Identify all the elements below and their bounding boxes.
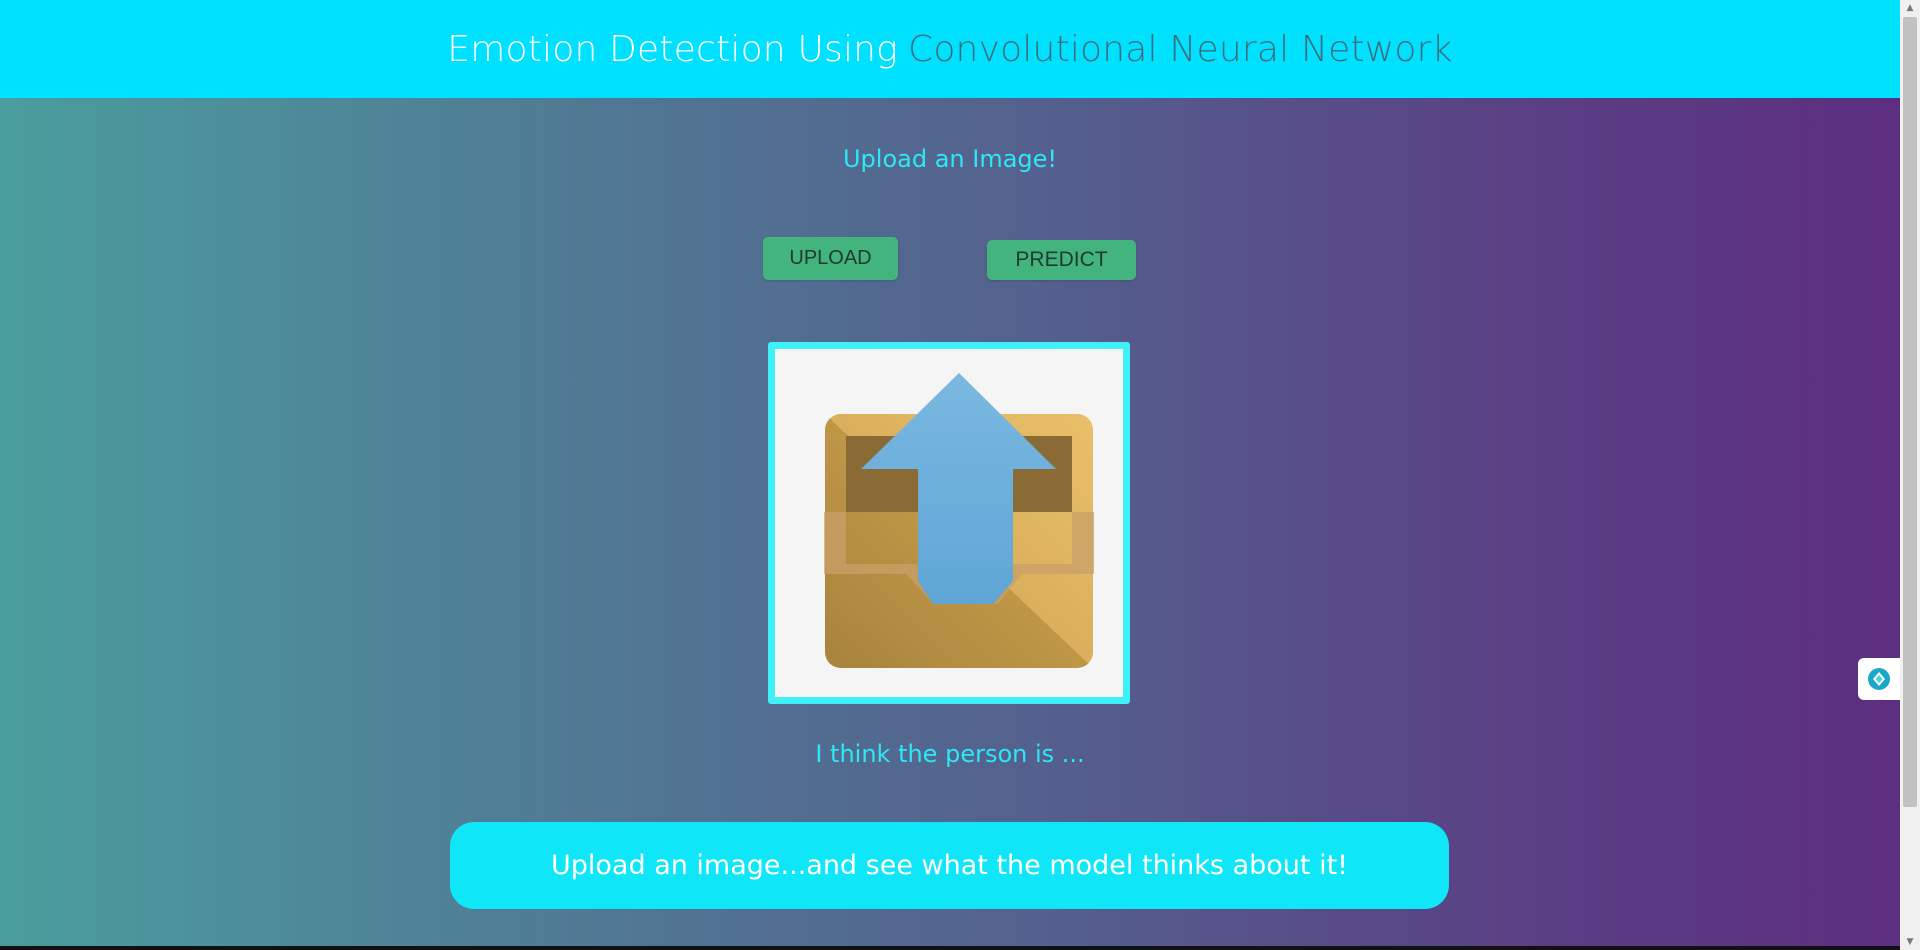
scroll-up-icon[interactable]: ▲: [1900, 0, 1920, 16]
bottom-divider: [0, 946, 1900, 950]
vertical-scrollbar[interactable]: ▲ ▼: [1900, 0, 1920, 950]
upload-tray-icon: [824, 373, 1094, 668]
header-title-part1: Emotion Detection Using: [447, 28, 898, 70]
upload-heading: Upload an Image!: [842, 145, 1058, 173]
scrollbar-thumb[interactable]: [1903, 17, 1917, 807]
prediction-result-text: I think the person is ...: [815, 740, 1085, 768]
header-title-part2: Convolutional Neural Network: [907, 28, 1453, 70]
image-preview[interactable]: [768, 342, 1130, 704]
assistant-diamond-icon: [1868, 668, 1890, 690]
page-header: Emotion Detection Using Convolutional Ne…: [0, 0, 1900, 98]
scroll-down-icon[interactable]: ▼: [1900, 934, 1920, 950]
upload-button[interactable]: UPLOAD: [763, 237, 898, 280]
info-banner-text: Upload an image...and see what the model…: [551, 850, 1348, 881]
predict-button[interactable]: PREDICT: [987, 240, 1136, 280]
info-banner: Upload an image...and see what the model…: [450, 822, 1449, 909]
assistant-widget-button[interactable]: [1858, 658, 1900, 700]
